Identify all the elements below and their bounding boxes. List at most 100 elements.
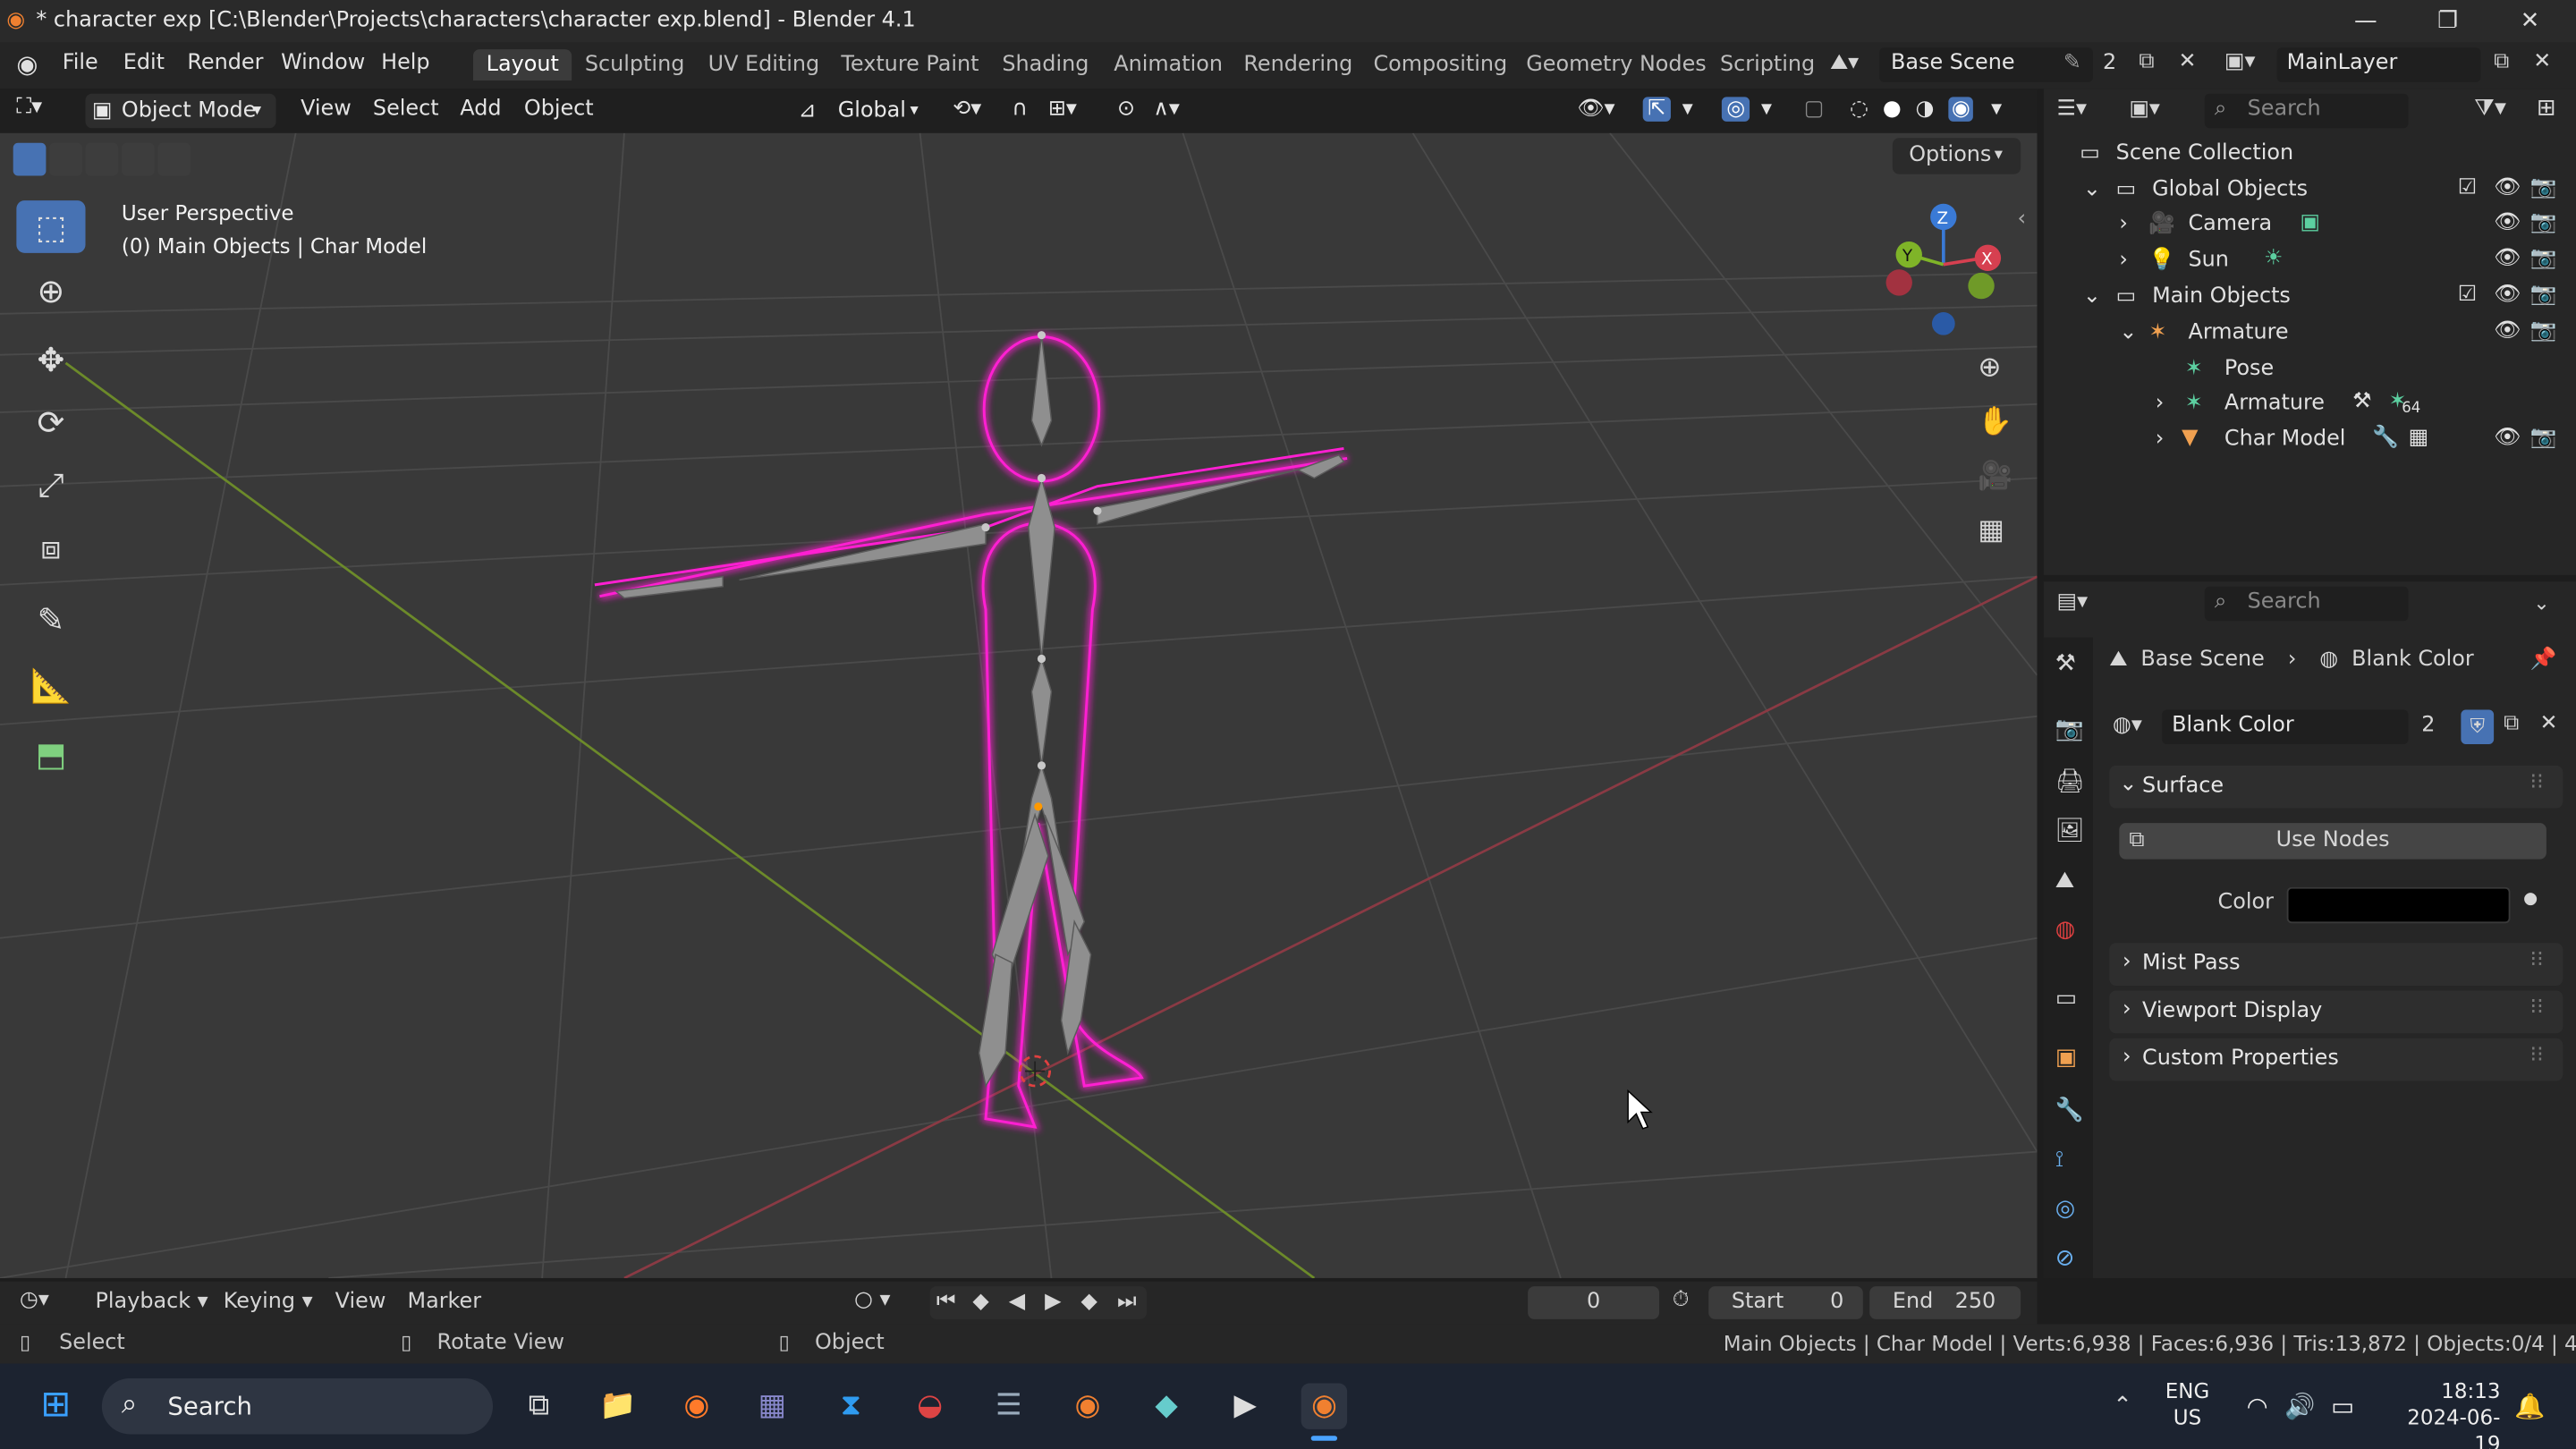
world-selector[interactable]: ◍▾ Blank Color 2 ⛨ ⧉ ✕	[2109, 709, 2563, 745]
drag-handle-icon[interactable]: ⁝⁝	[2530, 948, 2544, 973]
fake-user-shield-icon[interactable]: ⛨	[2461, 709, 2495, 745]
eye-icon[interactable]: 👁	[2494, 210, 2521, 235]
use-nodes-button[interactable]: ⧉ Use Nodes	[2119, 823, 2546, 860]
eye-icon[interactable]: 👁	[2494, 176, 2521, 201]
outliner-row-armature-data[interactable]: › ✶ Armature ⚒ ✶ 64	[2044, 387, 2576, 422]
chevron-down-icon[interactable]: ⌄	[2533, 591, 2549, 614]
tab-geometry-nodes[interactable]: Geometry Nodes	[1526, 53, 1706, 78]
play-reverse-icon[interactable]: ◀	[1009, 1286, 1025, 1319]
jump-start-icon[interactable]: ⏮	[936, 1286, 955, 1319]
rendered-shading-icon[interactable]: ◉	[1948, 97, 1974, 122]
keying-menu[interactable]: Keying ▾	[224, 1290, 313, 1315]
scale-tool-icon[interactable]: ⤢	[16, 458, 85, 511]
battery-icon[interactable]: ▭	[2319, 1384, 2365, 1429]
app-stripes-icon[interactable]: ☰	[986, 1384, 1031, 1429]
firefox-icon[interactable]: ◉	[674, 1384, 719, 1429]
file-explorer-icon[interactable]: 📁	[595, 1384, 640, 1429]
wifi-icon[interactable]: ◠	[2234, 1384, 2280, 1429]
properties-editor-icon[interactable]: ▤▾	[2057, 589, 2089, 614]
cursor-tool-icon[interactable]: ⊕	[16, 265, 85, 318]
xray-icon[interactable]: ▢	[1804, 97, 1825, 122]
mode-dropdown[interactable]: ▣ Object Mode ▾	[85, 93, 276, 129]
tab-sculpting[interactable]: Sculpting	[585, 53, 684, 78]
tab-texture-paint[interactable]: Texture Paint	[841, 53, 979, 78]
use-preview-range-icon[interactable]: ⏱	[1673, 1288, 1690, 1313]
output-tab-icon[interactable]: 🖨	[2055, 769, 2085, 795]
maximize-button[interactable]: ❐	[2415, 4, 2480, 39]
visibility-icon[interactable]: 👁▾	[1577, 97, 1614, 122]
notification-bell-icon[interactable]: 🔔	[2507, 1384, 2553, 1429]
chevron-down-icon[interactable]: ⌄	[2083, 284, 2101, 309]
filter-icon[interactable]: ⧩▾	[2474, 96, 2506, 122]
scene-users-count[interactable]: 2	[2103, 51, 2116, 76]
options-button[interactable]: Options ▾	[1892, 138, 2021, 174]
camera-view-icon[interactable]: 🎥	[1978, 460, 2012, 493]
start-windows-icon[interactable]: ⊞	[33, 1384, 79, 1429]
language-indicator[interactable]: ENG US	[2165, 1378, 2209, 1431]
wireframe-shading-icon[interactable]: ◌	[1850, 97, 1868, 122]
eye-icon[interactable]: 👁	[2494, 283, 2521, 308]
measure-tool-icon[interactable]: 📐	[16, 659, 85, 712]
delete-layer-icon[interactable]: ✕	[2533, 49, 2551, 74]
tab-uv-editing[interactable]: UV Editing	[708, 53, 820, 78]
camera-render-icon[interactable]: 📷	[2530, 210, 2557, 235]
snap-target-icon[interactable]: ⊞▾	[1048, 97, 1077, 122]
ortho-grid-icon[interactable]: ▦	[1978, 514, 2004, 547]
end-frame-field[interactable]: End 250	[1869, 1286, 2021, 1319]
gizmo-toggle-icon[interactable]: ⇱	[1642, 97, 1671, 122]
world-users-count[interactable]: 2	[2421, 713, 2435, 738]
playback-menu[interactable]: Playback ▾	[96, 1290, 208, 1315]
paint-app-icon[interactable]: ▦	[750, 1384, 795, 1429]
chevron-right-icon[interactable]: ›	[2119, 212, 2128, 237]
outliner-row-pose[interactable]: ✶ Pose	[2044, 353, 2576, 388]
camera-render-icon[interactable]: 📷	[2530, 176, 2557, 201]
view-layer-tab-icon[interactable]: 🖼	[2055, 818, 2085, 844]
eye-icon[interactable]: 👁	[2494, 247, 2521, 272]
physics-tab-icon[interactable]: ◎	[2055, 1196, 2075, 1222]
menu-file[interactable]: File	[63, 51, 98, 76]
new-layer-icon[interactable]: ⧉	[2494, 49, 2509, 74]
next-keyframe-icon[interactable]: ◆	[1081, 1286, 1097, 1319]
solid-shading-icon[interactable]: ●	[1883, 97, 1902, 122]
tab-scripting[interactable]: Scripting	[1720, 53, 1815, 78]
media-player-icon[interactable]: ▶	[1223, 1384, 1268, 1429]
menu-view[interactable]: View	[301, 97, 352, 122]
app-red-icon[interactable]: ◒	[907, 1384, 953, 1429]
collapse-sidebar-icon[interactable]: ‹	[2017, 207, 2026, 232]
select-invert-icon[interactable]	[121, 142, 155, 176]
outliner-row-scene-collection[interactable]: ▭ Scene Collection	[2044, 138, 2576, 173]
snap-icon[interactable]: ∩	[1012, 97, 1027, 122]
pivot-icon[interactable]: ⟲▾	[953, 97, 981, 122]
scene-selector-icon[interactable]: ⛰▾	[1830, 51, 1859, 76]
drag-handle-icon[interactable]: ⁝⁝	[2530, 996, 2544, 1021]
select-subtract-icon[interactable]	[85, 142, 119, 176]
rotate-tool-icon[interactable]: ⟳	[16, 396, 85, 449]
falloff-icon[interactable]: ∧▾	[1153, 97, 1179, 122]
blender-app-icon[interactable]: ◉	[1064, 1384, 1110, 1429]
add-cube-tool-icon[interactable]: ⬒	[16, 728, 85, 781]
play-icon[interactable]: ▶	[1045, 1286, 1061, 1319]
task-view-icon[interactable]: ⧉	[516, 1384, 562, 1429]
particles-tab-icon[interactable]: ⟟	[2055, 1147, 2064, 1173]
render-tab-icon[interactable]: 📷	[2055, 716, 2084, 742]
timeline-view-menu[interactable]: View	[335, 1290, 386, 1315]
character-model[interactable]	[594, 331, 1348, 1131]
timeline-editor-icon[interactable]: ◷▾	[20, 1288, 49, 1313]
select-extend-icon[interactable]	[49, 142, 82, 176]
chevron-down-icon[interactable]: ⌄	[2083, 177, 2101, 202]
volume-icon[interactable]: 🔊	[2277, 1384, 2323, 1429]
mist-pass-panel-header[interactable]: › Mist Pass ⁝⁝	[2109, 943, 2563, 987]
modifier-tab-icon[interactable]: 🔧	[2055, 1097, 2084, 1123]
tab-layout[interactable]: Layout	[472, 49, 572, 80]
blender-menu-icon[interactable]: ◉	[16, 49, 38, 79]
color-swatch[interactable]	[2286, 886, 2511, 924]
select-intersect-icon[interactable]	[157, 142, 191, 176]
menu-edit[interactable]: Edit	[123, 51, 165, 76]
drag-handle-icon[interactable]: ⁝⁝	[2530, 1043, 2544, 1068]
display-mode-icon[interactable]: ▣▾	[2129, 97, 2160, 122]
scene-name-field[interactable]: Base Scene ✎	[1879, 47, 2093, 82]
annotate-tool-icon[interactable]: ✎	[16, 593, 85, 646]
material-shading-icon[interactable]: ◑	[1916, 97, 1935, 122]
overlay-toggle-icon[interactable]: ◎	[1721, 97, 1750, 122]
editor-type-icon[interactable]: ⛶▾	[16, 96, 42, 121]
